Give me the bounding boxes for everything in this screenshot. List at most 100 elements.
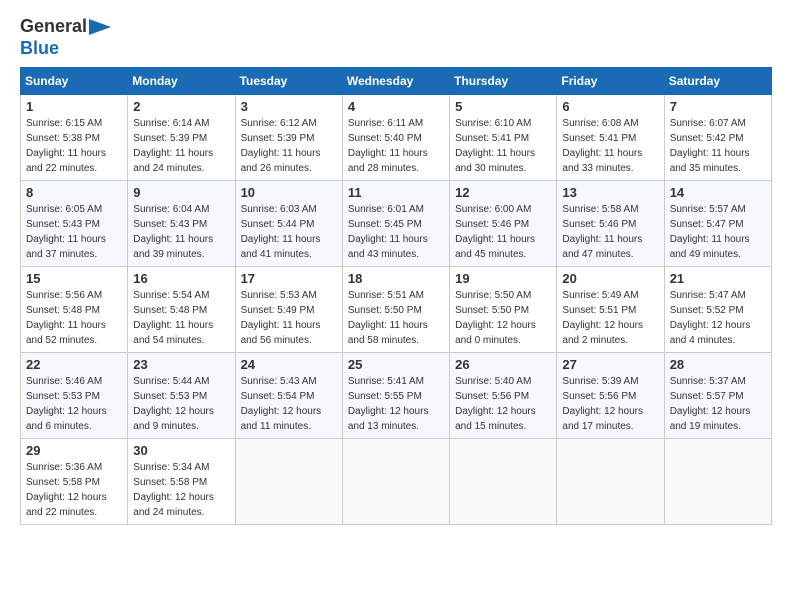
- calendar-cell: 4 Sunrise: 6:11 AMSunset: 5:40 PMDaylight…: [342, 95, 449, 181]
- col-header-saturday: Saturday: [664, 68, 771, 95]
- day-number: 4: [348, 99, 444, 114]
- calendar-cell: 22 Sunrise: 5:46 AMSunset: 5:53 PMDayligh…: [21, 353, 128, 439]
- day-number: 17: [241, 271, 337, 286]
- day-number: 11: [348, 185, 444, 200]
- day-info: Sunrise: 5:39 AMSunset: 5:56 PMDaylight:…: [562, 374, 658, 434]
- day-info: Sunrise: 5:46 AMSunset: 5:53 PMDaylight:…: [26, 374, 122, 434]
- day-info: Sunrise: 5:36 AMSunset: 5:58 PMDaylight:…: [26, 460, 122, 520]
- day-info: Sunrise: 5:53 AMSunset: 5:49 PMDaylight:…: [241, 288, 337, 348]
- col-header-thursday: Thursday: [450, 68, 557, 95]
- day-info: Sunrise: 5:40 AMSunset: 5:56 PMDaylight:…: [455, 374, 551, 434]
- day-number: 26: [455, 357, 551, 372]
- day-number: 24: [241, 357, 337, 372]
- day-number: 27: [562, 357, 658, 372]
- calendar-week-5: 29 Sunrise: 5:36 AMSunset: 5:58 PMDayligh…: [21, 439, 772, 525]
- day-info: Sunrise: 5:54 AMSunset: 5:48 PMDaylight:…: [133, 288, 229, 348]
- day-info: Sunrise: 5:41 AMSunset: 5:55 PMDaylight:…: [348, 374, 444, 434]
- calendar-cell: 30 Sunrise: 5:34 AMSunset: 5:58 PMDayligh…: [128, 439, 235, 525]
- logo: General Blue: [20, 16, 119, 59]
- day-number: 8: [26, 185, 122, 200]
- col-header-sunday: Sunday: [21, 68, 128, 95]
- page-header: General Blue: [20, 16, 772, 59]
- calendar-table: SundayMondayTuesdayWednesdayThursdayFrid…: [20, 67, 772, 525]
- calendar-header-row: SundayMondayTuesdayWednesdayThursdayFrid…: [21, 68, 772, 95]
- calendar-week-2: 8 Sunrise: 6:05 AMSunset: 5:43 PMDaylight…: [21, 181, 772, 267]
- day-number: 3: [241, 99, 337, 114]
- day-number: 19: [455, 271, 551, 286]
- day-number: 29: [26, 443, 122, 458]
- day-number: 12: [455, 185, 551, 200]
- calendar-cell: 19 Sunrise: 5:50 AMSunset: 5:50 PMDayligh…: [450, 267, 557, 353]
- calendar-cell: 6 Sunrise: 6:08 AMSunset: 5:41 PMDaylight…: [557, 95, 664, 181]
- day-info: Sunrise: 5:43 AMSunset: 5:54 PMDaylight:…: [241, 374, 337, 434]
- calendar-cell: 3 Sunrise: 6:12 AMSunset: 5:39 PMDaylight…: [235, 95, 342, 181]
- day-info: Sunrise: 6:15 AMSunset: 5:38 PMDaylight:…: [26, 116, 122, 176]
- day-info: Sunrise: 5:34 AMSunset: 5:58 PMDaylight:…: [133, 460, 229, 520]
- day-info: Sunrise: 5:49 AMSunset: 5:51 PMDaylight:…: [562, 288, 658, 348]
- day-number: 1: [26, 99, 122, 114]
- day-number: 2: [133, 99, 229, 114]
- calendar-cell: 11 Sunrise: 6:01 AMSunset: 5:45 PMDayligh…: [342, 181, 449, 267]
- day-info: Sunrise: 5:47 AMSunset: 5:52 PMDaylight:…: [670, 288, 766, 348]
- calendar-cell: 16Sunrise: 5:54 AMSunset: 5:48 PMDayligh…: [128, 267, 235, 353]
- calendar-week-3: 15Sunrise: 5:56 AMSunset: 5:48 PMDayligh…: [21, 267, 772, 353]
- calendar-cell: 13Sunrise: 5:58 AMSunset: 5:46 PMDayligh…: [557, 181, 664, 267]
- col-header-friday: Friday: [557, 68, 664, 95]
- day-info: Sunrise: 6:11 AMSunset: 5:40 PMDaylight:…: [348, 116, 444, 176]
- calendar-cell: 24 Sunrise: 5:43 AMSunset: 5:54 PMDayligh…: [235, 353, 342, 439]
- calendar-week-1: 1 Sunrise: 6:15 AMSunset: 5:38 PMDaylight…: [21, 95, 772, 181]
- day-info: Sunrise: 6:07 AMSunset: 5:42 PMDaylight:…: [670, 116, 766, 176]
- day-number: 22: [26, 357, 122, 372]
- day-info: Sunrise: 5:58 AMSunset: 5:46 PMDaylight:…: [562, 202, 658, 262]
- day-info: Sunrise: 6:05 AMSunset: 5:43 PMDaylight:…: [26, 202, 122, 262]
- calendar-cell: 17 Sunrise: 5:53 AMSunset: 5:49 PMDayligh…: [235, 267, 342, 353]
- day-number: 20: [562, 271, 658, 286]
- calendar-cell: 2 Sunrise: 6:14 AMSunset: 5:39 PMDaylight…: [128, 95, 235, 181]
- calendar-cell: 18 Sunrise: 5:51 AMSunset: 5:50 PMDayligh…: [342, 267, 449, 353]
- day-info: Sunrise: 6:14 AMSunset: 5:39 PMDaylight:…: [133, 116, 229, 176]
- calendar-cell: 5 Sunrise: 6:10 AMSunset: 5:41 PMDaylight…: [450, 95, 557, 181]
- day-info: Sunrise: 6:12 AMSunset: 5:39 PMDaylight:…: [241, 116, 337, 176]
- day-info: Sunrise: 5:37 AMSunset: 5:57 PMDaylight:…: [670, 374, 766, 434]
- calendar-cell: 23 Sunrise: 5:44 AMSunset: 5:53 PMDayligh…: [128, 353, 235, 439]
- logo-container: General Blue: [20, 16, 111, 59]
- calendar-cell: [235, 439, 342, 525]
- calendar-cell: 20 Sunrise: 5:49 AMSunset: 5:51 PMDayligh…: [557, 267, 664, 353]
- calendar-cell: 21 Sunrise: 5:47 AMSunset: 5:52 PMDayligh…: [664, 267, 771, 353]
- day-number: 28: [670, 357, 766, 372]
- day-number: 7: [670, 99, 766, 114]
- calendar-cell: 14Sunrise: 5:57 AMSunset: 5:47 PMDayligh…: [664, 181, 771, 267]
- calendar-week-4: 22 Sunrise: 5:46 AMSunset: 5:53 PMDayligh…: [21, 353, 772, 439]
- day-info: Sunrise: 6:03 AMSunset: 5:44 PMDaylight:…: [241, 202, 337, 262]
- day-info: Sunrise: 6:01 AMSunset: 5:45 PMDaylight:…: [348, 202, 444, 262]
- day-number: 6: [562, 99, 658, 114]
- day-info: Sunrise: 5:44 AMSunset: 5:53 PMDaylight:…: [133, 374, 229, 434]
- col-header-wednesday: Wednesday: [342, 68, 449, 95]
- col-header-tuesday: Tuesday: [235, 68, 342, 95]
- day-number: 30: [133, 443, 229, 458]
- calendar-cell: 8 Sunrise: 6:05 AMSunset: 5:43 PMDaylight…: [21, 181, 128, 267]
- day-info: Sunrise: 6:00 AMSunset: 5:46 PMDaylight:…: [455, 202, 551, 262]
- day-number: 18: [348, 271, 444, 286]
- day-number: 5: [455, 99, 551, 114]
- day-number: 25: [348, 357, 444, 372]
- day-info: Sunrise: 5:56 AMSunset: 5:48 PMDaylight:…: [26, 288, 122, 348]
- day-info: Sunrise: 5:51 AMSunset: 5:50 PMDaylight:…: [348, 288, 444, 348]
- day-info: Sunrise: 6:08 AMSunset: 5:41 PMDaylight:…: [562, 116, 658, 176]
- day-info: Sunrise: 6:04 AMSunset: 5:43 PMDaylight:…: [133, 202, 229, 262]
- day-number: 21: [670, 271, 766, 286]
- calendar-cell: 10 Sunrise: 6:03 AMSunset: 5:44 PMDayligh…: [235, 181, 342, 267]
- calendar-cell: 15Sunrise: 5:56 AMSunset: 5:48 PMDayligh…: [21, 267, 128, 353]
- calendar-cell: [557, 439, 664, 525]
- day-number: 9: [133, 185, 229, 200]
- day-info: Sunrise: 5:50 AMSunset: 5:50 PMDaylight:…: [455, 288, 551, 348]
- day-info: Sunrise: 6:10 AMSunset: 5:41 PMDaylight:…: [455, 116, 551, 176]
- day-number: 10: [241, 185, 337, 200]
- logo-text-blue: Blue: [20, 38, 59, 60]
- calendar-cell: 27 Sunrise: 5:39 AMSunset: 5:56 PMDayligh…: [557, 353, 664, 439]
- calendar-cell: [342, 439, 449, 525]
- day-info: Sunrise: 5:57 AMSunset: 5:47 PMDaylight:…: [670, 202, 766, 262]
- calendar-cell: 9 Sunrise: 6:04 AMSunset: 5:43 PMDaylight…: [128, 181, 235, 267]
- day-number: 23: [133, 357, 229, 372]
- logo-text-general: General: [20, 16, 111, 38]
